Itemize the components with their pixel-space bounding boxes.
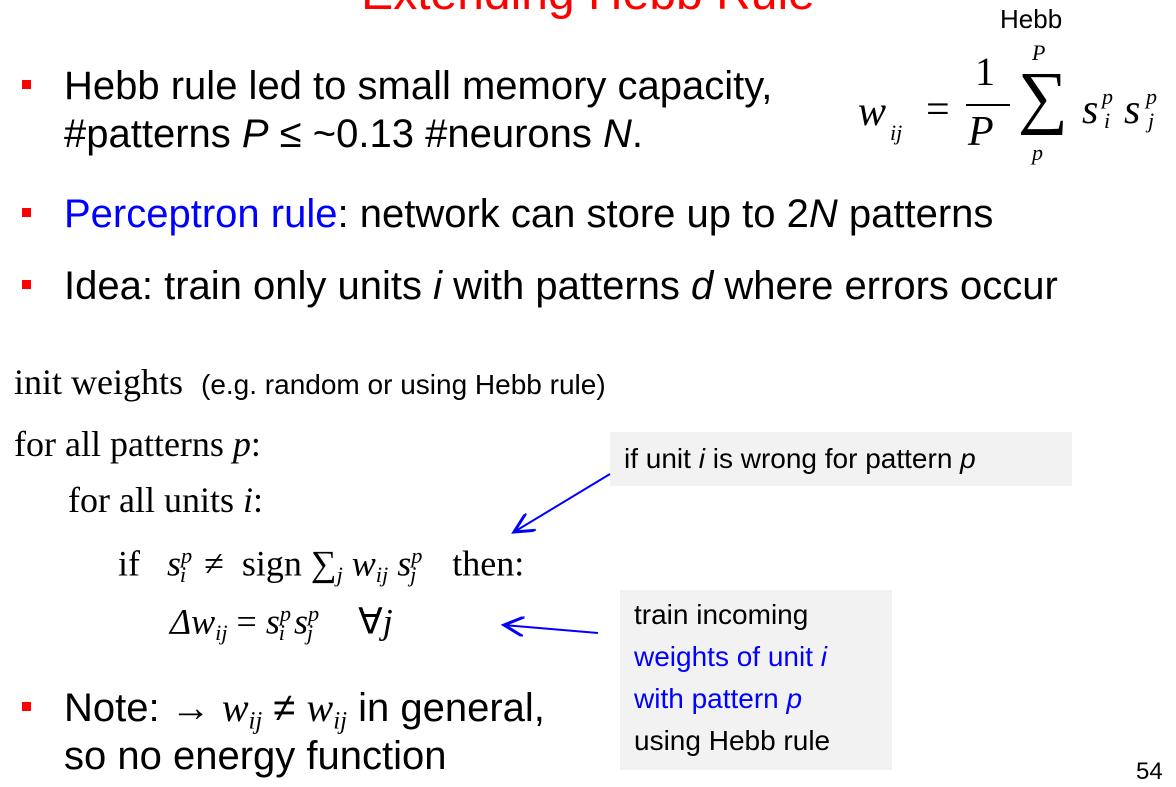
bullet-marker [22, 702, 31, 711]
callout-arrows [0, 473, 611, 787]
arrow-to-update [504, 625, 599, 633]
page-number: 54 [1136, 758, 1163, 785]
bullet-4-line-2: so no energy function [64, 734, 447, 778]
arrow-to-condition [514, 473, 611, 532]
